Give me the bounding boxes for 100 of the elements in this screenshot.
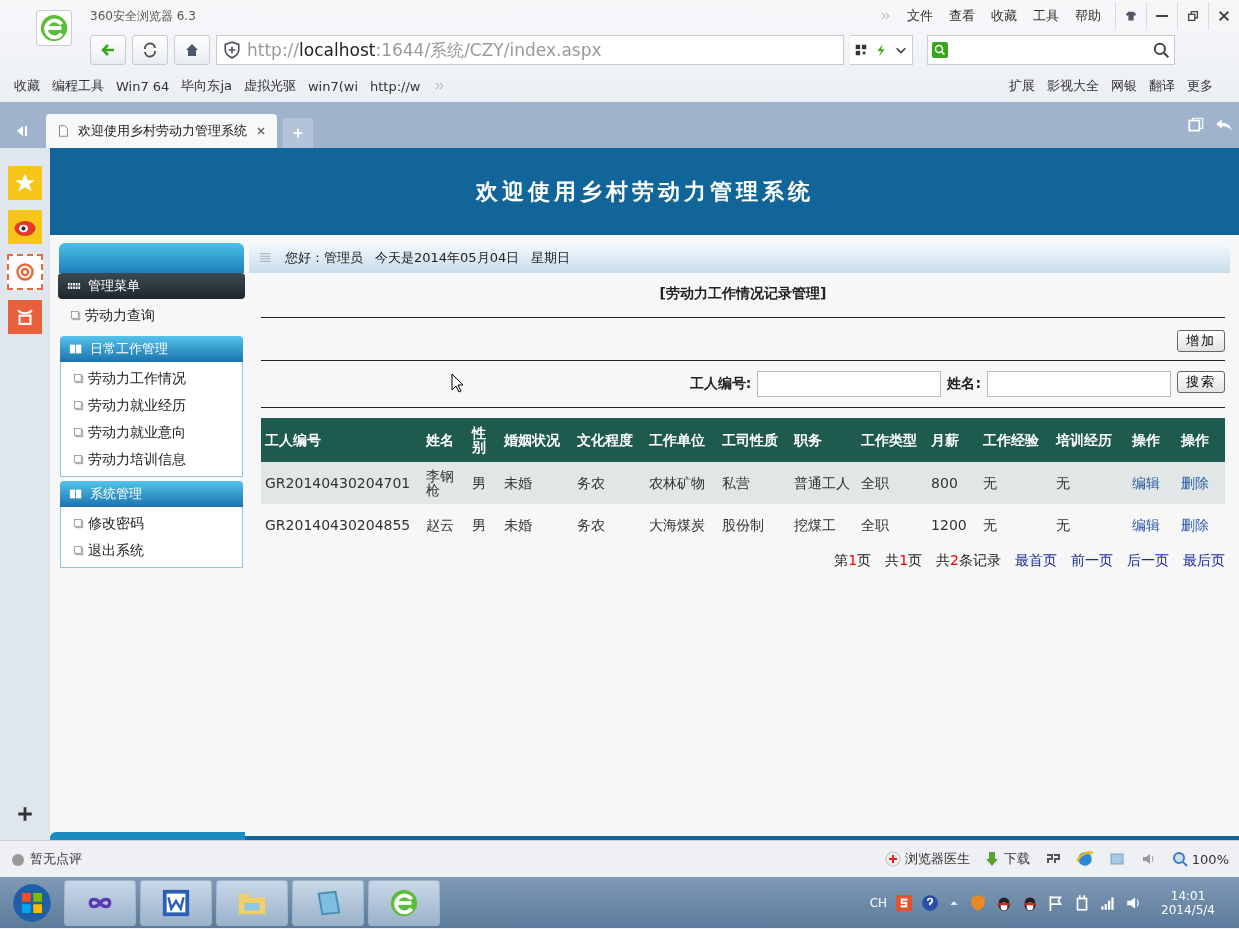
table-cell: 无 xyxy=(979,462,1052,504)
menu-item[interactable]: 退出系统 xyxy=(61,537,242,564)
window-title: 360安全浏览器 6.3 xyxy=(90,7,197,25)
menu-item[interactable]: 劳动力就业意向 xyxy=(61,419,242,446)
toolbar-link[interactable]: 网银 xyxy=(1111,77,1137,95)
taskbar-app-button[interactable] xyxy=(368,879,440,926)
search-field[interactable] xyxy=(927,35,1175,65)
column-header: 月薪 xyxy=(927,418,980,462)
home-button[interactable] xyxy=(174,35,210,65)
pagination-link[interactable]: 前一页 xyxy=(1071,552,1113,570)
back-button[interactable] xyxy=(90,35,126,65)
input-language[interactable]: CH xyxy=(869,895,888,910)
column-header: 培训经历 xyxy=(1051,418,1129,462)
menu-item[interactable]: 劳动力培训信息 xyxy=(61,446,242,473)
worker-id-field[interactable] xyxy=(757,371,942,397)
restore-icon xyxy=(1186,9,1200,23)
bookmark-link[interactable]: 毕向东ja xyxy=(181,77,232,95)
taskbar-app-button[interactable] xyxy=(64,879,136,926)
menu-item[interactable]: 帮助 xyxy=(1075,7,1101,25)
menu-item[interactable]: 收藏 xyxy=(991,7,1017,25)
menu-item[interactable]: 修改密码 xyxy=(61,510,242,537)
bookmark-link[interactable]: 收藏 xyxy=(14,77,40,95)
table-cell: 务农 xyxy=(572,462,646,504)
qr-code-icon[interactable] xyxy=(854,43,868,57)
plus-icon xyxy=(291,126,305,140)
column-header: 工司性质 xyxy=(717,418,791,462)
column-header: 文化程度 xyxy=(572,418,646,462)
list-bullet-icon xyxy=(73,399,85,412)
menu-section-header[interactable]: 管理菜单 xyxy=(58,273,245,299)
search-button[interactable]: 搜索 xyxy=(1177,371,1225,393)
shopping-button[interactable] xyxy=(8,300,42,334)
document-w-icon xyxy=(161,887,191,918)
column-header: 操作 xyxy=(1176,418,1225,462)
mouse-cursor-icon xyxy=(451,373,465,393)
delete-link[interactable]: 删除 xyxy=(1180,517,1209,533)
zoom-button[interactable]: 100% xyxy=(1171,851,1229,867)
weibo-button[interactable] xyxy=(8,210,42,244)
bookmark-link[interactable]: http://w xyxy=(370,78,421,94)
name-field[interactable] xyxy=(987,371,1171,397)
column-header: 姓名 xyxy=(422,418,469,462)
table-cell: 无 xyxy=(979,504,1052,546)
table-cell: 李钢枪 xyxy=(422,462,469,504)
table-cell: 普通工人 xyxy=(790,462,857,504)
name-label: 姓名: xyxy=(947,375,981,393)
bookmark-link[interactable]: win7(wi xyxy=(307,78,359,94)
table-cell: 务农 xyxy=(572,504,646,546)
page-icon xyxy=(56,124,70,138)
clock[interactable]: 14:01 2014/5/4 xyxy=(1161,888,1215,917)
help-icon[interactable] xyxy=(921,893,940,912)
close-icon[interactable] xyxy=(255,125,267,137)
table-cell: GR20140430204701 xyxy=(261,462,422,504)
bookmark-link[interactable]: Win7 64 xyxy=(116,78,170,94)
search-icon xyxy=(1152,41,1170,59)
taskbar-app-button[interactable] xyxy=(140,879,212,926)
menu-item[interactable]: 劳动力查询 xyxy=(58,302,245,329)
table-cell: 男 xyxy=(468,504,501,546)
search-engine-icon xyxy=(932,42,948,58)
browser-doctor-button[interactable]: 浏览器医生 xyxy=(884,850,970,868)
weekday-text: 星期日 xyxy=(531,249,571,267)
mail-button[interactable] xyxy=(7,254,43,290)
pagination-link[interactable]: 最后页 xyxy=(1183,552,1225,570)
table-cell: 私营 xyxy=(717,462,791,504)
add-button[interactable]: 增加 xyxy=(1177,330,1225,352)
page-info: 共2条记录 xyxy=(936,552,1001,570)
tabs-icon[interactable] xyxy=(1187,116,1205,134)
list-bullet-icon xyxy=(73,426,85,439)
menu-item[interactable]: 工具 xyxy=(1033,7,1059,25)
toolbar-link[interactable]: 扩展 xyxy=(1009,77,1035,95)
download-button[interactable]: 下载 xyxy=(983,850,1030,868)
menu-item[interactable]: 查看 xyxy=(949,7,975,25)
home-icon xyxy=(184,42,200,58)
review-status[interactable]: 暂无点评 xyxy=(10,850,82,868)
menu-item[interactable]: 劳动力就业经历 xyxy=(61,392,242,419)
address-bar[interactable]: http://localhost:1644/系统/CZY/index.aspx xyxy=(216,35,844,65)
menu-item[interactable]: 劳动力工作情况 xyxy=(61,365,242,392)
browser-tab[interactable]: 欢迎使用乡村劳动力管理系统 xyxy=(46,114,277,148)
column-header: 工作经验 xyxy=(979,418,1052,462)
page-info: 第1页 xyxy=(834,552,872,570)
back-arrow-icon xyxy=(100,42,116,58)
ie-icon[interactable] xyxy=(1075,850,1094,868)
toolbar-link[interactable]: 影视大全 xyxy=(1047,77,1099,95)
pagination-link[interactable]: 后一页 xyxy=(1127,552,1169,570)
edit-link[interactable]: 编辑 xyxy=(1132,517,1161,533)
table-cell: 赵云 xyxy=(422,504,469,546)
book-icon xyxy=(68,487,84,501)
pagination-link[interactable]: 最首页 xyxy=(1015,552,1057,570)
bookmark-link[interactable]: 虚拟光驱 xyxy=(243,77,296,95)
toolbar-link[interactable]: 更多 xyxy=(1187,77,1213,95)
menu-item[interactable]: 文件 xyxy=(907,7,933,25)
column-header: 性别 xyxy=(468,418,501,462)
bookmark-link[interactable]: 编程工具 xyxy=(52,77,104,95)
greeting-text: 您好：管理员 xyxy=(285,249,363,267)
s-logo-icon[interactable] xyxy=(895,893,914,912)
refresh-icon xyxy=(142,42,158,58)
column-header: 工人编号 xyxy=(261,418,422,462)
date-text: 今天是2014年05月04日 xyxy=(375,249,520,267)
refresh-button[interactable] xyxy=(132,35,168,65)
toolbar-link[interactable]: 翻译 xyxy=(1149,77,1175,95)
taskbar-app-button[interactable] xyxy=(292,879,364,926)
grip-icon xyxy=(259,251,273,265)
